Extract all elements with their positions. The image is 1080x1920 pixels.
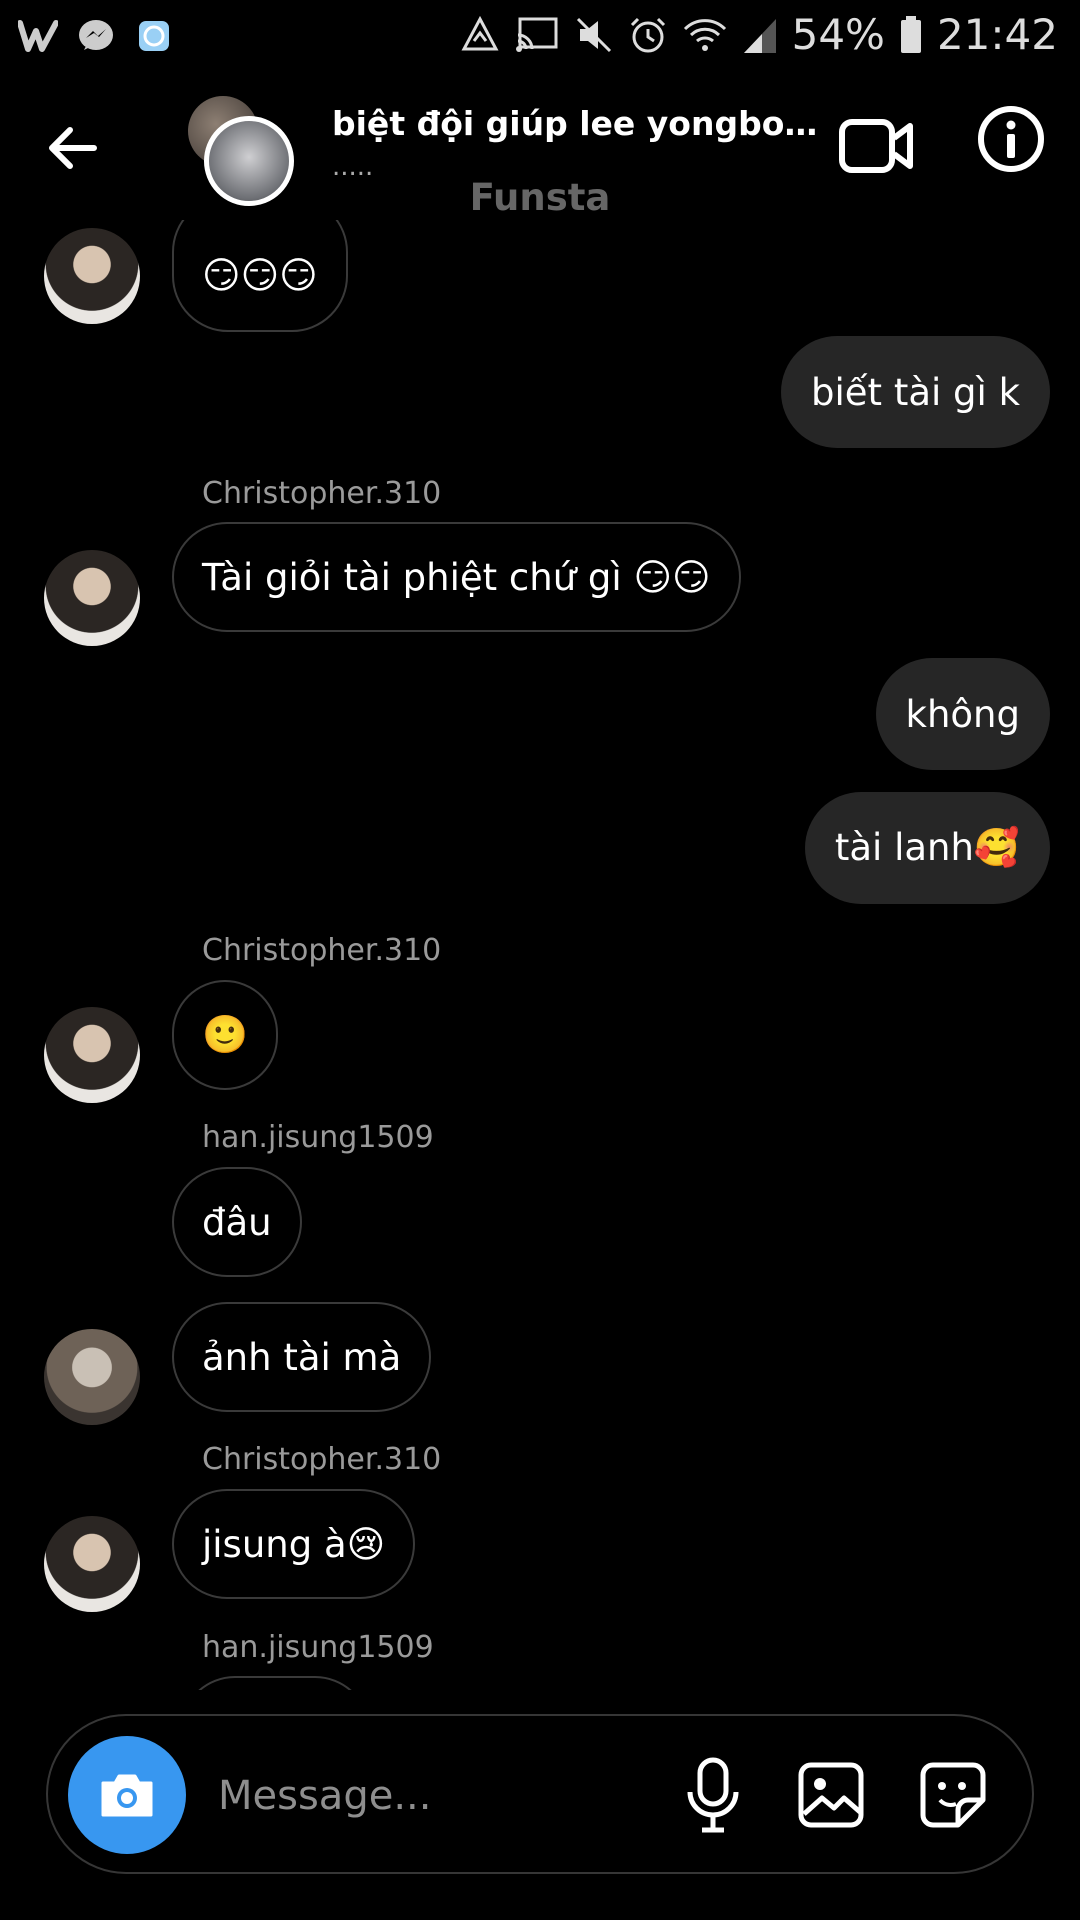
message-bubble-incoming[interactable] — [180, 1676, 370, 1690]
wattpad-icon — [18, 16, 58, 56]
image-icon — [798, 1762, 864, 1828]
message-bubble-outgoing[interactable]: tài lanh🥰 — [804, 792, 1050, 904]
battery-icon — [900, 15, 921, 53]
message-bubble-incoming[interactable]: ảnh tài mà — [172, 1302, 432, 1412]
sender-name: han.jisung1509 — [202, 1630, 434, 1665]
microphone-icon — [687, 1757, 739, 1833]
sender-avatar[interactable] — [44, 1516, 140, 1612]
camera-icon — [101, 1774, 153, 1817]
back-button[interactable] — [44, 118, 104, 178]
app-notification-icon — [134, 16, 174, 56]
message-text: đâu — [202, 1200, 272, 1244]
sender-avatar[interactable] — [44, 550, 140, 646]
cast-icon — [515, 17, 558, 52]
sender-name: Christopher.310 — [202, 1442, 442, 1477]
video-camera-icon — [839, 119, 913, 173]
video-call-button[interactable] — [838, 112, 914, 180]
sender-name: Christopher.310 — [202, 933, 442, 968]
message-bubble-incoming[interactable]: đâu — [172, 1167, 302, 1277]
messenger-icon — [76, 16, 116, 56]
sender-avatar[interactable] — [44, 1329, 140, 1425]
gallery-button[interactable] — [796, 1760, 866, 1830]
message-composer — [46, 1714, 1034, 1874]
info-icon — [978, 106, 1044, 172]
camera-button[interactable] — [68, 1736, 186, 1854]
message-bubble-incoming[interactable]: 😏😏😏 — [172, 220, 348, 332]
voice-message-button[interactable] — [678, 1756, 748, 1834]
wifi-icon — [683, 18, 726, 51]
sender-name: Christopher.310 — [202, 476, 442, 511]
message-text: jisung à😢 — [202, 1522, 386, 1566]
status-bar: 54% 21:42 — [0, 0, 1080, 76]
chat-title[interactable]: biệt đội giúp lee yongbok kết … — [332, 104, 832, 143]
message-text: ảnh tài mà — [202, 1335, 402, 1379]
data-saver-icon — [461, 15, 499, 50]
message-text: 😏😏😏 — [202, 253, 318, 297]
clock: 21:42 — [936, 10, 1058, 59]
signal-icon — [743, 18, 776, 53]
info-button[interactable] — [976, 104, 1046, 174]
mute-icon — [576, 17, 611, 52]
message-text: Tài giỏi tài phiệt chứ gì 😏😏 — [202, 555, 711, 599]
battery-percent: 54% — [791, 10, 885, 59]
sender-avatar[interactable] — [44, 1007, 140, 1103]
sticker-icon — [920, 1762, 986, 1828]
message-thread[interactable]: 😏😏😏 biết tài gì k Christopher.310 Tài gi… — [0, 220, 1080, 1690]
sender-name: han.jisung1509 — [202, 1120, 434, 1155]
message-bubble-outgoing[interactable]: không — [875, 658, 1050, 770]
sender-avatar[interactable] — [44, 228, 140, 324]
message-text: biết tài gì k — [811, 370, 1020, 414]
alarm-icon — [630, 17, 665, 52]
sticker-button[interactable] — [918, 1760, 988, 1830]
message-bubble-incoming[interactable]: 🙂 — [172, 980, 278, 1090]
message-text: 🙂 — [201, 1013, 249, 1056]
message-bubble-outgoing[interactable]: biết tài gì k — [781, 336, 1050, 448]
message-bubble-incoming[interactable]: Tài giỏi tài phiệt chứ gì 😏😏 — [172, 522, 741, 632]
account-banner: Funsta — [469, 176, 611, 219]
arrow-left-icon — [49, 127, 97, 169]
message-text: tài lanh🥰 — [834, 826, 1020, 869]
message-bubble-incoming[interactable]: jisung à😢 — [172, 1489, 416, 1599]
message-text: không — [905, 692, 1020, 736]
message-input[interactable] — [216, 1756, 660, 1836]
